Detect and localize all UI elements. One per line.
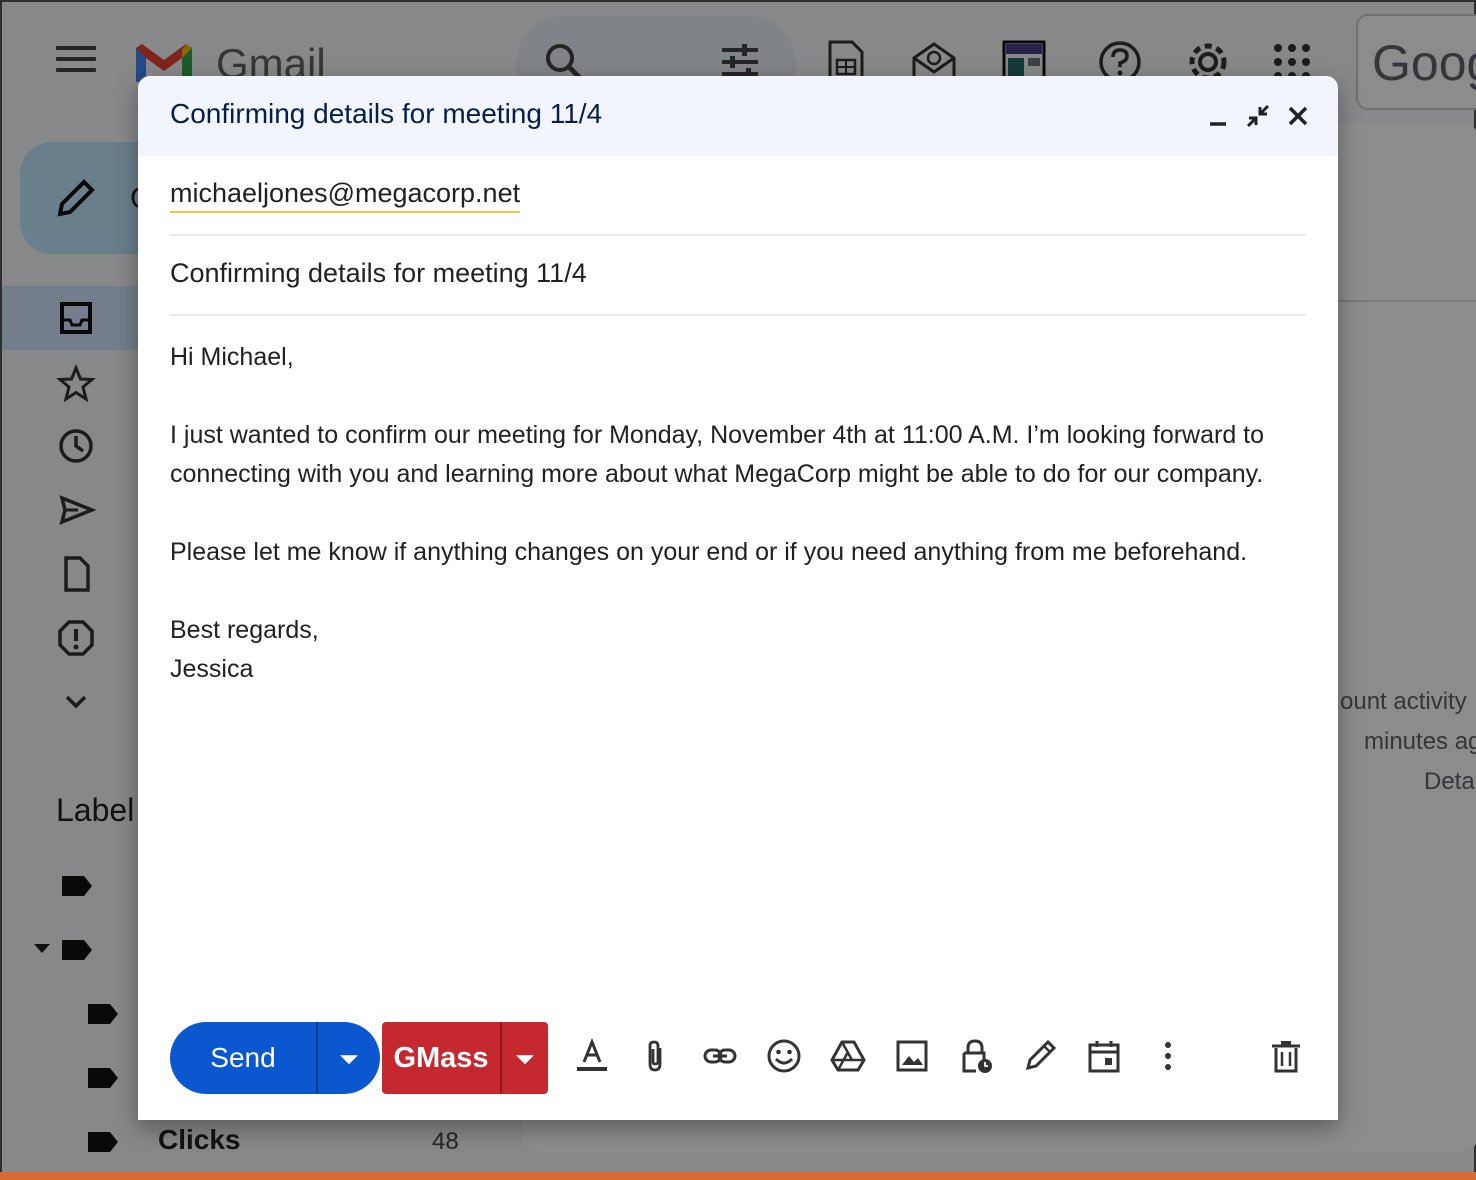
chevron-down-icon — [340, 1055, 358, 1065]
compose-title: Confirming details for meeting 11/4 — [170, 98, 603, 129]
google-drive-icon[interactable] — [830, 1038, 866, 1074]
signature-icon[interactable] — [1022, 1038, 1058, 1074]
message-body[interactable]: Hi Michael, I just wanted to confirm our… — [170, 338, 1310, 689]
chevron-down-icon — [516, 1055, 534, 1065]
send-options-button[interactable] — [316, 1022, 380, 1094]
compose-header: Confirming details for meeting 11/4 — [138, 76, 1338, 156]
formatting-options-icon[interactable] — [574, 1038, 610, 1074]
body-paragraph-2: Please let me know if anything changes o… — [170, 538, 1248, 566]
body-greeting: Hi Michael, — [170, 343, 294, 371]
exit-fullscreen-icon[interactable] — [1242, 100, 1274, 132]
schedule-calendar-icon[interactable] — [1086, 1038, 1122, 1074]
compose-window: Confirming details for meeting 11/4 mich… — [138, 76, 1338, 1120]
send-button[interactable]: Send — [170, 1022, 316, 1094]
more-options-icon[interactable] — [1150, 1038, 1186, 1074]
body-closing: Best regards, — [170, 616, 319, 644]
minimize-icon[interactable] — [1202, 100, 1234, 132]
gmass-button[interactable]: GMass — [382, 1022, 500, 1094]
recipients-field[interactable]: michaeljones@megacorp.net — [170, 156, 1306, 236]
subject-field[interactable]: Confirming details for meeting 11/4 — [170, 236, 1306, 316]
body-paragraph-1: I just wanted to confirm our meeting for… — [170, 421, 1271, 488]
recipient-chip[interactable]: michaeljones@megacorp.net — [170, 178, 521, 213]
window-bottom-edge — [0, 1172, 1476, 1180]
insert-link-icon[interactable] — [702, 1038, 738, 1074]
attach-file-icon[interactable] — [638, 1038, 674, 1074]
insert-photo-icon[interactable] — [894, 1038, 930, 1074]
gmass-options-button[interactable] — [500, 1022, 548, 1094]
body-signature: Jessica — [170, 655, 254, 683]
subject-text[interactable]: Confirming details for meeting 11/4 — [170, 258, 587, 289]
close-icon[interactable] — [1282, 100, 1314, 132]
confidential-mode-icon[interactable] — [958, 1038, 994, 1074]
emoji-icon[interactable] — [766, 1038, 802, 1074]
compose-toolbar: Send GMass — [138, 1020, 1338, 1096]
discard-trash-icon[interactable] — [1268, 1038, 1304, 1074]
